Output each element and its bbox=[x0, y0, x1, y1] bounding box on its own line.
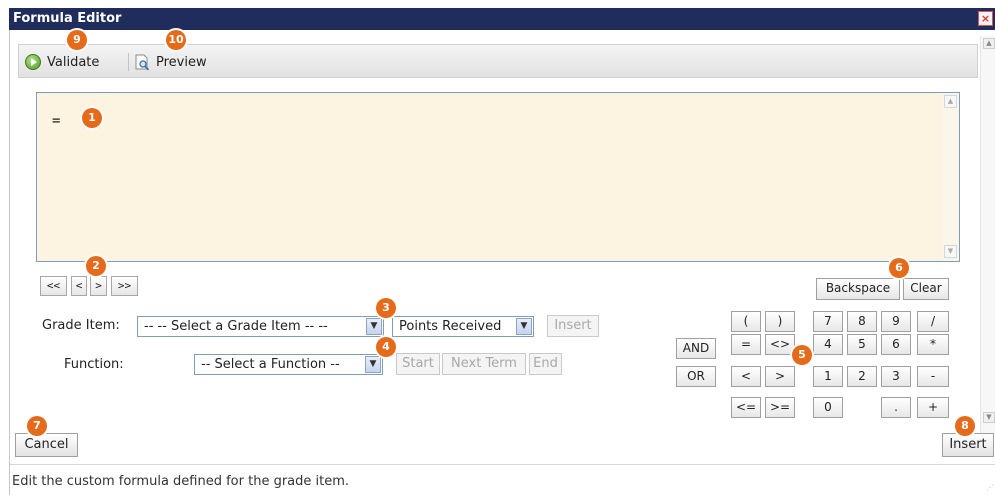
callout-badge-6: 6 bbox=[889, 258, 909, 278]
key-divide[interactable]: / bbox=[917, 311, 949, 332]
toolbar: Validate Preview bbox=[18, 44, 978, 78]
chevron-down-icon: ▼ bbox=[365, 356, 381, 373]
validate-button[interactable]: Validate bbox=[25, 52, 99, 72]
title-bar: Formula Editor × bbox=[9, 8, 995, 30]
key-0[interactable]: 0 bbox=[813, 397, 843, 418]
editor-scroll-up-icon[interactable]: ▲ bbox=[944, 95, 957, 108]
scroll-down-icon[interactable]: ▼ bbox=[983, 412, 995, 423]
preview-button[interactable]: Preview bbox=[134, 52, 207, 72]
key-greater-equal[interactable]: >= bbox=[765, 397, 795, 418]
formula-textarea[interactable]: = ▲ ▼ bbox=[36, 92, 960, 262]
key-multiply[interactable]: * bbox=[917, 334, 949, 355]
preview-label: Preview bbox=[156, 54, 207, 70]
grade-value-type-select[interactable]: Points Received ▼ bbox=[392, 316, 534, 337]
key-decimal[interactable]: . bbox=[881, 397, 911, 418]
key-subtract[interactable]: - bbox=[917, 366, 949, 387]
editor-scroll-down-icon[interactable]: ▼ bbox=[944, 245, 957, 258]
callout-badge-1: 1 bbox=[82, 108, 102, 128]
key-9[interactable]: 9 bbox=[881, 311, 911, 332]
move-next-button[interactable]: > bbox=[90, 276, 107, 296]
validate-label: Validate bbox=[47, 54, 100, 70]
status-text: Edit the custom formula defined for the … bbox=[12, 474, 350, 489]
backspace-button[interactable]: Backspace bbox=[816, 278, 900, 300]
preview-magnifier-icon bbox=[135, 54, 150, 70]
callout-badge-4: 4 bbox=[376, 337, 396, 357]
key-8[interactable]: 8 bbox=[847, 311, 877, 332]
chevron-down-icon: ▼ bbox=[516, 318, 532, 335]
grade-item-label: Grade Item: bbox=[42, 318, 120, 333]
callout-badge-3: 3 bbox=[376, 298, 396, 318]
key-equals[interactable]: = bbox=[731, 334, 761, 355]
grade-item-select[interactable]: -- -- Select a Grade Item -- -- ▼ bbox=[137, 316, 384, 337]
insert-button[interactable]: Insert bbox=[942, 433, 994, 457]
scroll-up-icon[interactable]: ▲ bbox=[983, 38, 995, 49]
function-label: Function: bbox=[64, 357, 124, 372]
editor-scrollbar[interactable]: ▲ ▼ bbox=[942, 93, 959, 261]
toolbar-separator bbox=[128, 53, 129, 71]
formula-editor-dialog: Validate Preview ▲ ▼ = ▲ ▼ << < > >> Gra… bbox=[9, 30, 995, 495]
key-6[interactable]: 6 bbox=[881, 334, 911, 355]
callout-badge-8: 8 bbox=[955, 416, 975, 436]
resize-grip-icon[interactable]: ⋰ bbox=[986, 484, 994, 492]
key-5[interactable]: 5 bbox=[847, 334, 877, 355]
formula-text: = bbox=[52, 113, 61, 129]
clear-button[interactable]: Clear bbox=[903, 278, 949, 300]
function-next-term-button[interactable]: Next Term bbox=[442, 353, 526, 375]
key-7[interactable]: 7 bbox=[813, 311, 843, 332]
status-bar: Edit the custom formula defined for the … bbox=[10, 464, 995, 495]
key-lparen[interactable]: ( bbox=[731, 311, 761, 332]
and-button[interactable]: AND bbox=[676, 338, 716, 359]
dialog-scrollbar[interactable]: ▲ ▼ bbox=[980, 36, 995, 434]
callout-badge-7: 7 bbox=[27, 416, 47, 436]
key-1[interactable]: 1 bbox=[813, 366, 843, 387]
grade-value-type-value: Points Received bbox=[399, 319, 502, 334]
key-4[interactable]: 4 bbox=[813, 334, 843, 355]
callout-badge-2: 2 bbox=[86, 256, 106, 276]
window-title: Formula Editor bbox=[13, 11, 122, 26]
function-select-value: -- Select a Function -- bbox=[201, 357, 340, 372]
key-rparen[interactable]: ) bbox=[765, 311, 795, 332]
or-button[interactable]: OR bbox=[676, 366, 716, 387]
key-3[interactable]: 3 bbox=[881, 366, 911, 387]
key-not-equals[interactable]: <> bbox=[765, 334, 795, 355]
insert-grade-item-button[interactable]: Insert bbox=[547, 315, 599, 337]
key-greater-than[interactable]: > bbox=[765, 366, 795, 387]
close-icon[interactable]: × bbox=[978, 11, 993, 26]
cancel-button[interactable]: Cancel bbox=[15, 433, 78, 457]
function-end-button[interactable]: End bbox=[529, 353, 562, 375]
chevron-down-icon: ▼ bbox=[366, 318, 382, 335]
key-2[interactable]: 2 bbox=[847, 366, 877, 387]
callout-badge-10: 10 bbox=[166, 30, 186, 50]
key-add[interactable]: + bbox=[917, 397, 949, 418]
move-last-button[interactable]: >> bbox=[111, 276, 138, 296]
callout-badge-5: 5 bbox=[792, 345, 812, 365]
function-start-button[interactable]: Start bbox=[396, 353, 440, 375]
move-prev-button[interactable]: < bbox=[71, 276, 87, 296]
key-less-equal[interactable]: <= bbox=[731, 397, 761, 418]
key-less-than[interactable]: < bbox=[731, 366, 761, 387]
play-icon bbox=[25, 54, 41, 70]
callout-badge-9: 9 bbox=[67, 30, 87, 50]
function-select[interactable]: -- Select a Function -- ▼ bbox=[194, 354, 383, 375]
grade-item-select-value: -- -- Select a Grade Item -- -- bbox=[144, 319, 328, 334]
move-first-button[interactable]: << bbox=[40, 276, 67, 296]
